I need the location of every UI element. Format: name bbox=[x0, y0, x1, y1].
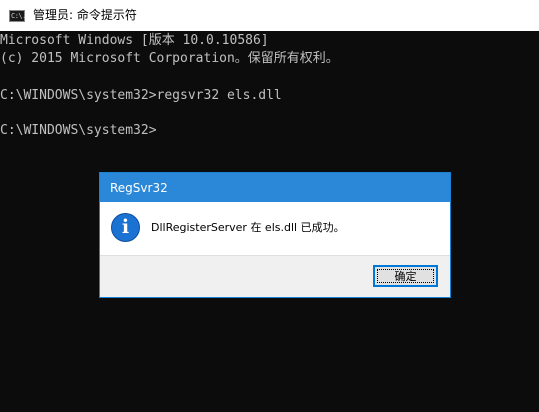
dialog-footer: 确定 bbox=[100, 255, 450, 297]
window-titlebar[interactable]: C:\. 管理员: 命令提示符 bbox=[0, 0, 539, 31]
cmd-window: C:\. 管理员: 命令提示符 Microsoft Windows [版本 10… bbox=[0, 0, 539, 412]
console-line: C:\WINDOWS\system32>regsvr32 els.dll bbox=[0, 88, 282, 103]
cmd-icon[interactable]: C:\. bbox=[9, 9, 26, 22]
window-title: 管理员: 命令提示符 bbox=[33, 8, 137, 22]
console-line: (c) 2015 Microsoft Corporation。保留所有权利。 bbox=[0, 51, 339, 66]
dialog-title: RegSvr32 bbox=[110, 180, 168, 195]
ok-button[interactable]: 确定 bbox=[373, 265, 438, 287]
dialog-titlebar[interactable]: RegSvr32 bbox=[100, 173, 450, 202]
cmd-icon-text: C:\. bbox=[11, 11, 26, 20]
console-line: Microsoft Windows [版本 10.0.10586] bbox=[0, 33, 269, 48]
dialog-message: DllRegisterServer 在 els.dll 已成功。 bbox=[151, 221, 345, 234]
info-icon: i bbox=[111, 213, 140, 242]
console-prompt: C:\WINDOWS\system32> bbox=[0, 123, 157, 138]
regsvr32-dialog: RegSvr32 i DllRegisterServer 在 els.dll 已… bbox=[99, 172, 451, 298]
ok-button-label: 确定 bbox=[394, 270, 417, 283]
dialog-body: i DllRegisterServer 在 els.dll 已成功。 bbox=[100, 202, 450, 255]
info-icon-glyph: i bbox=[121, 216, 130, 238]
